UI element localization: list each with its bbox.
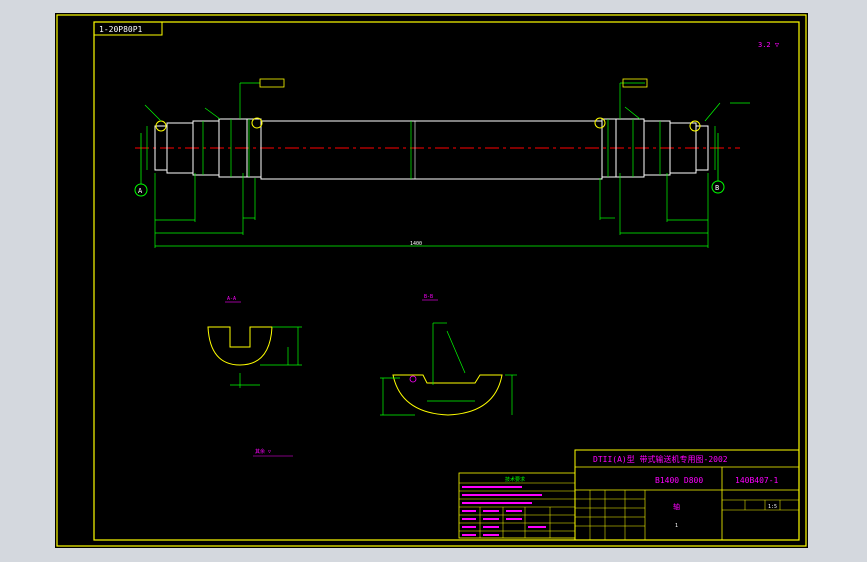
title-block-model: B1400 D800 <box>655 476 703 485</box>
outer-frame <box>56 14 807 547</box>
tech-req-title: 技术要求 <box>505 476 525 483</box>
title-block-sheet: 1 <box>675 523 678 529</box>
technical-requirements-table: 技术要求 <box>458 472 576 539</box>
title-block: DTII(A)型 带式输送机专用图-2002 B1400 D800 140B40… <box>574 449 800 541</box>
code-box-text: 1-20P80P1 <box>99 25 143 34</box>
roughness-note-top: 3.2 ▽ <box>758 41 780 49</box>
section-b-point <box>409 375 417 383</box>
cad-drawing: 1-20P80P1 3.2 ▽ A B 1400 A-A B-B 其余 ▽ 技术… <box>56 14 807 547</box>
section-a-title: A-A <box>227 296 236 302</box>
section-b-dims <box>380 322 517 416</box>
section-a-label: A <box>138 187 143 195</box>
section-a-shape <box>207 326 273 366</box>
section-a-view: A-A <box>207 296 302 388</box>
shaft-main-view: A B 1400 <box>134 78 750 248</box>
title-block-scale: 1:5 <box>768 504 777 510</box>
section-b-view: B-B <box>380 294 517 416</box>
title-block-drawing-no: 140B407-1 <box>735 476 779 485</box>
tolerance-box-left <box>259 78 285 88</box>
title-block-header: DTII(A)型 带式输送机专用图-2002 <box>593 454 728 464</box>
cad-viewport[interactable]: 1-20P80P1 3.2 ▽ A B 1400 A-A B-B 其余 ▽ 技术… <box>55 13 808 548</box>
section-b-label: B <box>715 184 719 192</box>
roughness-note-bottom: 其余 ▽ <box>255 448 271 455</box>
dimension-lines <box>144 82 750 248</box>
right-shoulder-circle <box>594 117 606 129</box>
shaft-body <box>260 120 603 180</box>
section-a-dims <box>230 326 302 388</box>
overall-length-dim: 1400 <box>410 241 422 247</box>
section-b-shape <box>392 374 503 416</box>
title-block-part-name: 轴 <box>673 502 680 511</box>
section-b-title: B-B <box>424 294 433 300</box>
